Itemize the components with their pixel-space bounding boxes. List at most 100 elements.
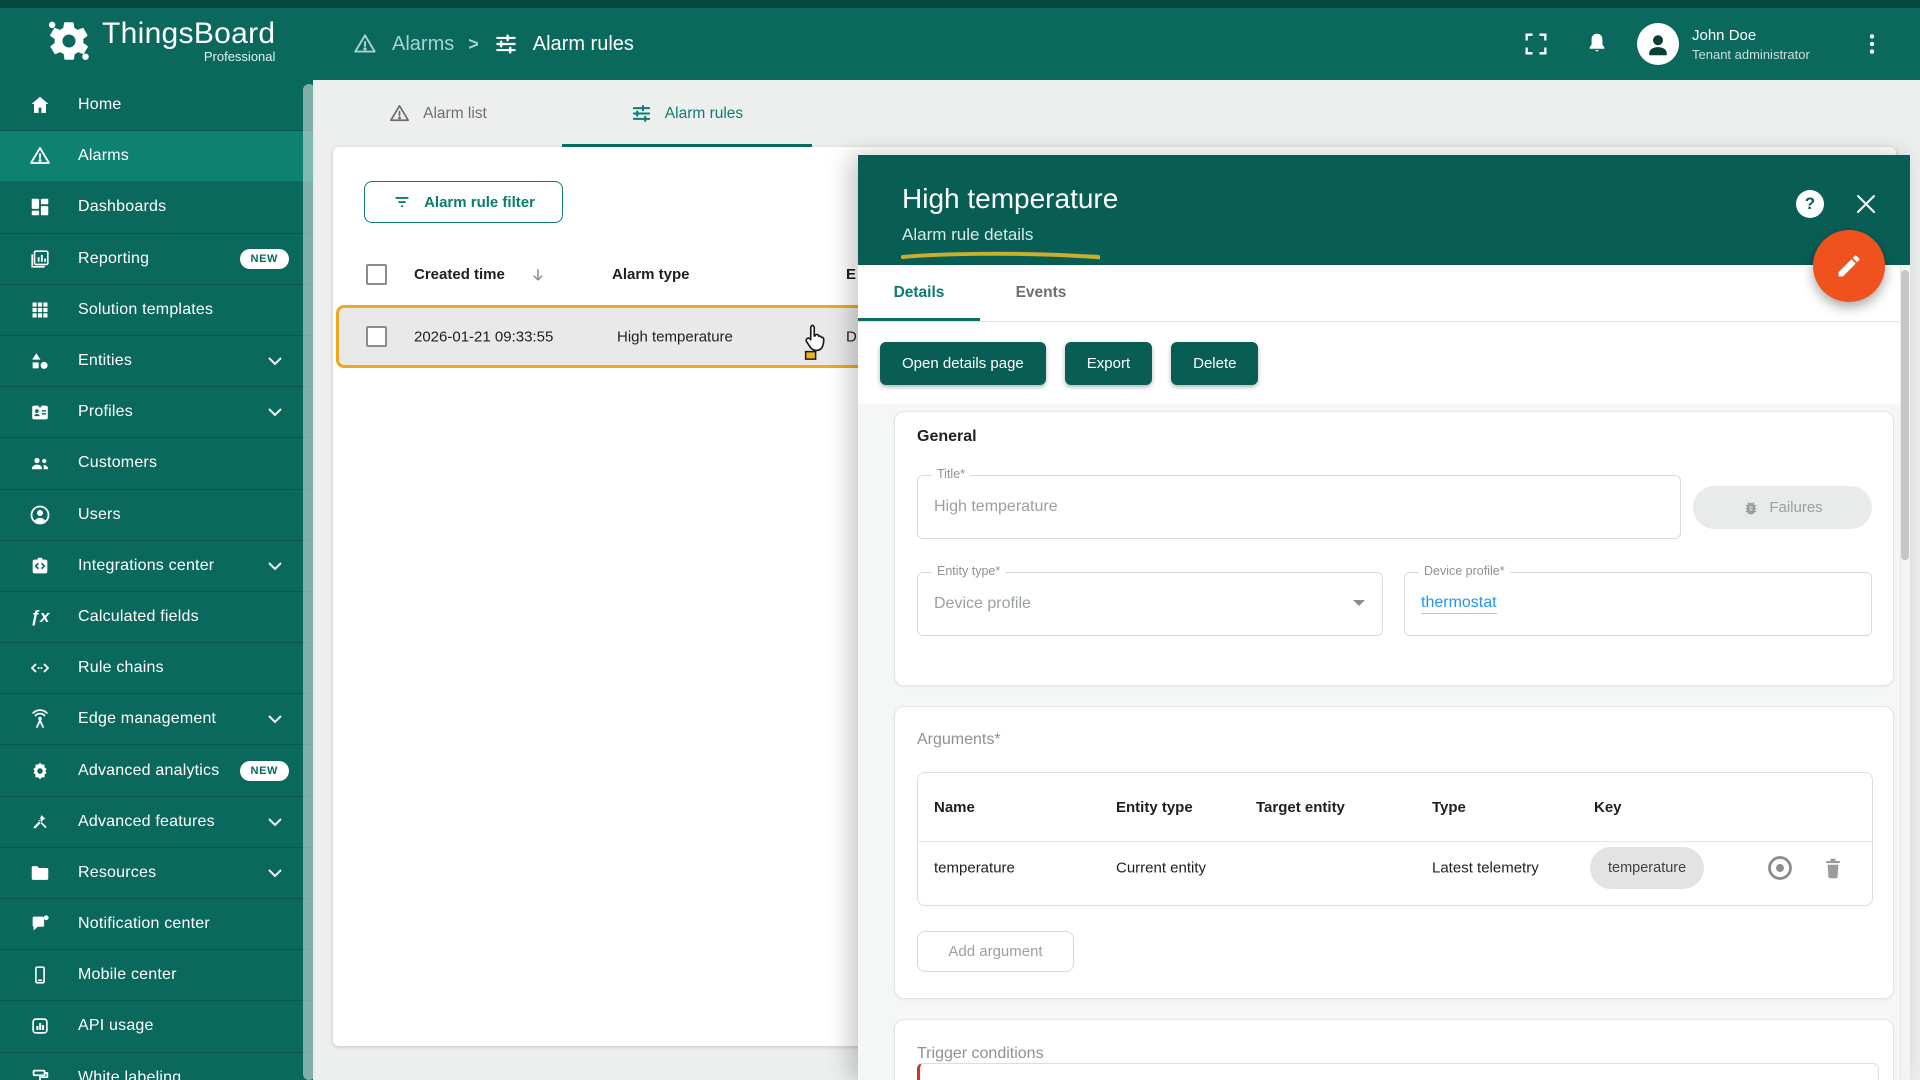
breadcrumb-page: Alarm rules (533, 33, 634, 56)
sidebar-item-customers[interactable]: Customers (0, 438, 313, 489)
entity-type-value: Device profile (934, 595, 1031, 613)
failures-chip-label: Failures (1769, 499, 1822, 516)
title-field[interactable]: Title* High temperature (917, 475, 1681, 539)
export-button[interactable]: Export (1065, 342, 1152, 385)
tab-alarm-list[interactable]: Alarm list (313, 80, 562, 147)
sidebar-item-mobile-center[interactable]: Mobile center (0, 950, 313, 1001)
filter-icon (392, 192, 412, 212)
column-created-time[interactable]: Created time (414, 266, 505, 283)
sort-desc-icon[interactable] (529, 266, 547, 284)
sidebar-item-white-labeling[interactable]: White labeling (0, 1053, 313, 1080)
delete-argument-trash-icon[interactable] (1820, 854, 1846, 882)
notification-bubble-icon (28, 912, 52, 936)
arg-row-type: Latest telemetry (1432, 860, 1539, 877)
tab-alarm-rules[interactable]: Alarm rules (562, 80, 811, 147)
user-circle-icon (28, 503, 52, 527)
panel-header: High temperature Alarm rule details ? (858, 155, 1910, 265)
sidebar-item-solution-templates[interactable]: Solution templates (0, 285, 313, 336)
title-field-label: Title* (932, 467, 970, 481)
arg-col-key: Key (1594, 799, 1622, 816)
notifications-bell-icon[interactable] (1584, 8, 1610, 80)
tools-icon (28, 810, 52, 834)
select-caret-icon (1352, 599, 1366, 608)
app-title: ThingsBoard (102, 18, 275, 50)
open-details-page-button[interactable]: Open details page (880, 342, 1046, 385)
arg-row-name: temperature (934, 860, 1015, 877)
user-info[interactable]: John Doe Tenant administrator (1692, 8, 1810, 80)
add-argument-button[interactable]: Add argument (917, 931, 1074, 972)
sidebar-item-entities[interactable]: Entities (0, 336, 313, 387)
select-all-checkbox[interactable] (366, 264, 387, 285)
sidebar-item-advanced-features[interactable]: Advanced features (0, 797, 313, 848)
sidebar-item-notification-center[interactable]: Notification center (0, 899, 313, 950)
folder-icon (28, 861, 52, 885)
sidebar-item-advanced-analytics[interactable]: Advanced analytics NEW (0, 745, 313, 796)
panel-actions: Open details page Export Delete (858, 322, 1910, 404)
bug-icon (1742, 499, 1760, 517)
people-icon (28, 451, 52, 475)
sidebar-item-dashboards[interactable]: Dashboards (0, 182, 313, 233)
tab-events[interactable]: Events (980, 265, 1102, 321)
arg-col-name: Name (934, 799, 975, 816)
chevron-down-icon (267, 817, 283, 827)
alarm-rules-breadcrumb-icon (493, 31, 519, 57)
sidebar-item-reporting[interactable]: Reporting NEW (0, 234, 313, 285)
alarm-rule-filter-button[interactable]: Alarm rule filter (364, 181, 563, 223)
chevron-down-icon (267, 561, 283, 571)
column-clipped: E (846, 266, 856, 283)
close-icon[interactable] (1854, 192, 1878, 216)
new-badge: NEW (240, 761, 289, 781)
entity-type-label: Entity type* (932, 564, 1005, 578)
integrations-icon (28, 554, 52, 578)
sidebar-item-resources[interactable]: Resources (0, 848, 313, 899)
fullscreen-button[interactable] (1522, 8, 1550, 80)
sidebar-item-calculated-fields[interactable]: ƒx Calculated fields (0, 592, 313, 643)
smartphone-icon (28, 963, 52, 987)
device-profile-link[interactable]: thermostat (1421, 594, 1497, 614)
sidebar-item-api-usage[interactable]: API usage (0, 1001, 313, 1052)
header-menu-kebab-icon[interactable] (1862, 8, 1882, 80)
device-profile-field[interactable]: Device profile* thermostat (1404, 572, 1872, 636)
sidebar-item-integrations-center[interactable]: Integrations center (0, 541, 313, 592)
delete-button[interactable]: Delete (1171, 342, 1258, 385)
panel-scrollbar-thumb[interactable] (1901, 270, 1909, 560)
tab-details[interactable]: Details (858, 265, 980, 321)
sidebar-item-rule-chains[interactable]: Rule chains (0, 643, 313, 694)
api-usage-icon (28, 1014, 52, 1038)
app-logo[interactable]: ThingsBoard Professional (46, 18, 275, 64)
avatar[interactable] (1637, 8, 1679, 80)
edit-fab-button[interactable] (1813, 230, 1885, 302)
chevron-down-icon (267, 407, 283, 417)
rule-chains-icon (28, 656, 52, 680)
marker-underline (900, 251, 1100, 261)
new-badge: NEW (240, 249, 289, 269)
sidebar-item-home[interactable]: Home (0, 80, 313, 131)
breadcrumb-section[interactable]: Alarms (392, 33, 454, 56)
help-icon[interactable]: ? (1796, 190, 1824, 218)
alarms-breadcrumb-icon (352, 31, 378, 57)
thingsboard-logo-icon (46, 18, 92, 64)
sidebar-scrollbar[interactable] (303, 84, 315, 1080)
antenna-icon (28, 707, 52, 731)
panel-tab-bar: Details Events (858, 265, 1910, 322)
paint-roller-icon (28, 1066, 52, 1080)
column-alarm-type[interactable]: Alarm type (612, 266, 690, 283)
entities-icon (28, 349, 52, 373)
user-role: Tenant administrator (1692, 46, 1810, 63)
chevron-down-icon (267, 714, 283, 724)
arg-row-entity-type: Current entity (1116, 860, 1206, 877)
content-tab-bar: Alarm list Alarm rules (313, 80, 811, 147)
row-checkbox[interactable] (366, 326, 387, 347)
sidebar: Home Alarms Dashboards Reporting NEW Sol… (0, 80, 313, 1080)
arg-key-chip[interactable]: temperature (1590, 847, 1704, 889)
failures-chip[interactable]: Failures (1693, 486, 1872, 529)
arg-col-entity-type: Entity type (1116, 799, 1193, 816)
sidebar-item-alarms[interactable]: Alarms (0, 131, 313, 182)
view-argument-eye-icon[interactable] (1766, 854, 1794, 882)
general-card: General Title* High temperature Failures… (894, 411, 1894, 686)
sidebar-item-profiles[interactable]: Profiles (0, 387, 313, 438)
sidebar-item-edge-management[interactable]: Edge management (0, 694, 313, 745)
sidebar-item-users[interactable]: Users (0, 490, 313, 541)
entity-type-select[interactable]: Entity type* Device profile (917, 572, 1383, 636)
panel-body: General Title* High temperature Failures… (858, 404, 1910, 1080)
